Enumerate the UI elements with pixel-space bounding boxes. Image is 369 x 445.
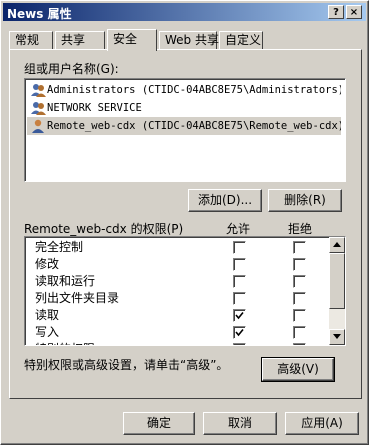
user-icon bbox=[32, 119, 44, 133]
title-bar[interactable]: News 属性 ? × bbox=[3, 3, 366, 21]
allow-checkbox[interactable] bbox=[233, 309, 246, 322]
permission-name: 特别的权限 bbox=[35, 341, 95, 345]
allow-checkbox[interactable] bbox=[233, 275, 246, 288]
allow-checkbox[interactable] bbox=[233, 326, 246, 339]
permission-row: 修改 bbox=[25, 256, 335, 273]
tab-strip: 常规 共享 安全 Web 共享 自定义 bbox=[9, 29, 364, 51]
permission-name: 完全控制 bbox=[35, 240, 84, 254]
deny-checkbox[interactable] bbox=[293, 275, 306, 288]
security-panel: 组或用户名称(G): Administrators (CTIDC-04ABC8E… bbox=[9, 49, 362, 399]
deny-header: 拒绝 bbox=[288, 222, 313, 236]
checkmark-icon bbox=[235, 328, 244, 337]
user-row-network-service[interactable]: NETWORK SERVICE bbox=[27, 99, 341, 117]
deny-checkbox[interactable] bbox=[293, 343, 306, 345]
deny-checkbox[interactable] bbox=[293, 241, 306, 254]
close-button[interactable]: × bbox=[346, 5, 362, 19]
tab-general[interactable]: 常规 bbox=[9, 31, 53, 49]
properties-dialog: News 属性 ? × 常规 共享 安全 Web 共享 自定义 组或用户名称(G… bbox=[0, 0, 369, 445]
permission-name: 修改 bbox=[35, 257, 60, 271]
remove-button[interactable]: 删除(R) bbox=[268, 189, 342, 212]
cancel-button[interactable]: 取消 bbox=[203, 412, 277, 435]
add-button[interactable]: 添加(D)... bbox=[188, 189, 262, 212]
user-name: Administrators (CTIDC-04ABC8E75\Administ… bbox=[47, 84, 341, 96]
user-name: Remote_web-cdx (CTIDC-04ABC8E75\Remote_w… bbox=[47, 120, 341, 132]
users-label: 组或用户名称(G): bbox=[24, 62, 119, 76]
permission-row: 写入 bbox=[25, 324, 335, 341]
group-icon bbox=[31, 84, 46, 97]
group-icon bbox=[31, 102, 46, 115]
checkmark-icon bbox=[235, 311, 244, 320]
permission-row: 完全控制 bbox=[25, 239, 335, 256]
deny-checkbox[interactable] bbox=[293, 309, 306, 322]
advanced-hint: 特别权限或高级设置，请单击“高级”。 bbox=[24, 358, 229, 372]
deny-checkbox[interactable] bbox=[293, 258, 306, 271]
permission-row: 特别的权限 bbox=[25, 341, 335, 345]
permission-name: 写入 bbox=[35, 325, 60, 339]
advanced-button[interactable]: 高级(V) bbox=[261, 357, 335, 382]
ok-button[interactable]: 确定 bbox=[123, 412, 195, 435]
allow-header: 允许 bbox=[226, 222, 251, 236]
permission-row: 读取 bbox=[25, 307, 335, 324]
window-title: News 属性 bbox=[7, 7, 72, 21]
help-button[interactable]: ? bbox=[328, 5, 344, 19]
permission-row: 列出文件夹目录 bbox=[25, 290, 335, 307]
user-row-remote-web-cdx[interactable]: Remote_web-cdx (CTIDC-04ABC8E75\Remote_w… bbox=[27, 117, 341, 135]
apply-button[interactable]: 应用(A) bbox=[285, 412, 359, 435]
allow-checkbox[interactable] bbox=[233, 343, 246, 345]
tab-security[interactable]: 安全 bbox=[107, 29, 157, 51]
permissions-label: Remote_web-cdx 的权限(P) bbox=[24, 222, 184, 236]
user-name: NETWORK SERVICE bbox=[47, 102, 142, 114]
user-row-administrators[interactable]: Administrators (CTIDC-04ABC8E75\Administ… bbox=[27, 81, 341, 99]
permission-name: 读取和运行 bbox=[35, 274, 96, 288]
deny-checkbox[interactable] bbox=[293, 326, 306, 339]
allow-checkbox[interactable] bbox=[233, 292, 246, 305]
tab-sharing[interactable]: 共享 bbox=[55, 31, 105, 49]
allow-checkbox[interactable] bbox=[233, 258, 246, 271]
tab-web-sharing[interactable]: Web 共享 bbox=[159, 31, 219, 49]
permission-name: 列出文件夹目录 bbox=[35, 291, 120, 305]
permission-row: 读取和运行 bbox=[25, 273, 335, 290]
deny-checkbox[interactable] bbox=[293, 292, 306, 305]
tab-custom[interactable]: 自定义 bbox=[219, 31, 263, 49]
users-list[interactable]: Administrators (CTIDC-04ABC8E75\Administ… bbox=[24, 78, 346, 182]
permission-name: 读取 bbox=[35, 308, 60, 322]
allow-checkbox[interactable] bbox=[233, 241, 246, 254]
permissions-list[interactable]: 完全控制修改读取和运行列出文件夹目录读取写入特别的权限 bbox=[24, 236, 346, 346]
